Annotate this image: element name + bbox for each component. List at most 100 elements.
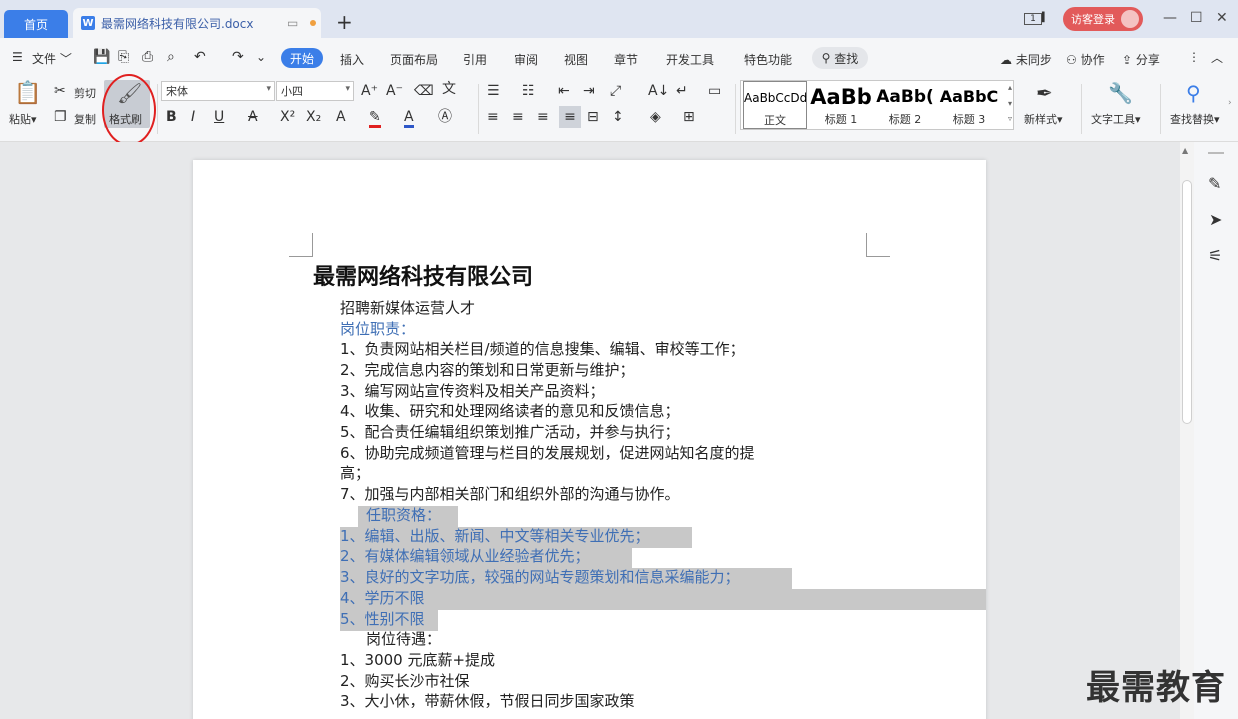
find-replace-button[interactable]: 查找替换▾: [1170, 111, 1220, 127]
tab-stop-icon[interactable]: ▭: [708, 83, 721, 99]
doc-line-selected[interactable]: 3、良好的文字功底，较强的网站专题策划和信息采编能力；: [340, 567, 740, 588]
collapse-ribbon-icon[interactable]: ︿: [1211, 49, 1223, 66]
doc-line[interactable]: 2、完成信息内容的策划和日常更新与维护；: [340, 360, 635, 381]
paste-button[interactable]: 粘贴▾: [9, 111, 37, 127]
doc-line[interactable]: 2、购买长沙市社保: [340, 671, 470, 692]
doc-line[interactable]: 1、3000 元底薪+提成: [340, 650, 495, 671]
doc-line[interactable]: 4、收集、研究和处理网络读者的意见和反馈信息；: [340, 401, 680, 422]
tab-page-layout[interactable]: 页面布局: [390, 51, 438, 68]
more-icon[interactable]: ⋮: [1188, 50, 1200, 64]
numbered-list-icon[interactable]: ☷: [522, 83, 535, 99]
tab-developer[interactable]: 开发工具: [666, 51, 714, 68]
align-right-icon[interactable]: ≡: [537, 109, 549, 125]
document-heading[interactable]: 最需网络科技有限公司: [313, 264, 533, 292]
file-menu[interactable]: 文件 ﹀: [32, 50, 72, 67]
doc-line[interactable]: 岗位待遇：: [366, 629, 441, 650]
style-heading-2[interactable]: AaBb( 标题 2: [873, 81, 937, 129]
align-left-icon[interactable]: ≡: [487, 109, 499, 125]
tab-start[interactable]: 开始: [281, 48, 323, 68]
paste-icon[interactable]: 📋: [14, 82, 41, 106]
new-tab-plus-icon[interactable]: +: [336, 12, 353, 32]
shrink-font-icon[interactable]: A⁻: [386, 83, 403, 99]
doc-line-selected[interactable]: 1、编辑、出版、新闻、中文等相关专业优先；: [340, 526, 650, 547]
tab-insert[interactable]: 插入: [340, 51, 364, 68]
doc-line[interactable]: 3、大小休，带薪休假，节假日同步国家政策: [340, 691, 635, 712]
monitor-icon[interactable]: ▭: [287, 16, 298, 30]
chinese-layout-icon[interactable]: ⤢: [610, 83, 621, 99]
border-icon[interactable]: ⊞: [683, 109, 695, 125]
italic-icon[interactable]: I: [191, 109, 195, 125]
doc-line-selected[interactable]: 4、学历不限: [340, 588, 425, 609]
tab-document[interactable]: W 最需网络科技有限公司.docx ▭: [73, 8, 321, 38]
font-size-select[interactable]: 小四 ▾: [276, 81, 354, 101]
doc-line-selected[interactable]: 5、性别不限: [340, 609, 425, 630]
style-scroll-down-icon[interactable]: ▾: [1008, 99, 1012, 108]
strikethrough-icon[interactable]: A: [248, 109, 258, 125]
doc-line[interactable]: 岗位职责：: [340, 319, 415, 340]
doc-line-selected[interactable]: 任职资格：: [366, 505, 441, 526]
guest-login-button[interactable]: 访客登录: [1063, 7, 1143, 31]
ribbon-scroll-right-icon[interactable]: ›: [1228, 98, 1232, 108]
style-scroll-up-icon[interactable]: ▴: [1008, 83, 1012, 92]
new-style-icon[interactable]: ✒: [1036, 82, 1053, 104]
doc-line[interactable]: 7、加强与内部相关部门和组织外部的沟通与协作。: [340, 484, 680, 505]
undo-icon[interactable]: ↶: [194, 49, 206, 65]
customize-chevron-icon[interactable]: ⌄: [256, 50, 266, 64]
redo-icon[interactable]: ↷: [232, 49, 244, 65]
cursor-select-icon[interactable]: ➤: [1209, 212, 1222, 228]
tab-view[interactable]: 视图: [564, 51, 588, 68]
close-icon[interactable]: ✕: [1216, 10, 1228, 26]
print-icon[interactable]: ⎙: [142, 49, 153, 65]
underline-icon[interactable]: U: [214, 109, 224, 125]
highlight-color-icon[interactable]: ✎: [369, 109, 381, 128]
find-replace-icon[interactable]: ⚲: [1186, 82, 1201, 104]
doc-line[interactable]: 1、负责网站相关栏目/频道的信息搜集、编辑、审校等工作；: [340, 339, 745, 360]
bold-icon[interactable]: B: [166, 109, 177, 125]
tab-review[interactable]: 审阅: [514, 51, 538, 68]
align-center-icon[interactable]: ≡: [512, 109, 524, 125]
text-tools-icon[interactable]: 🔧: [1108, 82, 1133, 104]
sliders-icon[interactable]: ⚟: [1208, 248, 1222, 264]
text-effect-icon[interactable]: A: [336, 109, 346, 125]
copy-icon[interactable]: ❐: [54, 109, 67, 125]
shading-icon[interactable]: ◈: [650, 109, 661, 125]
doc-line[interactable]: 高；: [340, 463, 370, 484]
tab-chapter[interactable]: 章节: [614, 51, 638, 68]
scissors-icon[interactable]: ✂: [54, 83, 66, 99]
pinyin-guide-icon[interactable]: 文: [442, 81, 456, 97]
print-preview-icon[interactable]: ⌕: [167, 49, 175, 65]
share-button[interactable]: ⇪ 分享: [1122, 51, 1160, 68]
copy-button[interactable]: 复制: [74, 111, 96, 127]
tab-home[interactable]: 首页: [4, 10, 68, 38]
collaborate-button[interactable]: ⚇ 协作: [1066, 51, 1105, 68]
save-icon[interactable]: 💾: [93, 49, 110, 65]
justify-icon[interactable]: ≡: [559, 106, 581, 128]
export-pdf-icon[interactable]: ⎘: [118, 49, 129, 65]
style-heading-1[interactable]: AaBb 标题 1: [809, 81, 873, 129]
minimize-icon[interactable]: —: [1163, 10, 1177, 26]
style-expand-icon[interactable]: ▿: [1008, 114, 1012, 123]
doc-line[interactable]: 招聘新媒体运营人才: [340, 298, 475, 319]
sync-status[interactable]: ☁ 未同步: [1000, 51, 1052, 68]
line-spacing-icon[interactable]: ↕: [612, 109, 624, 125]
scroll-up-icon[interactable]: ▲: [1182, 146, 1188, 155]
page-indicator[interactable]: 1 ▍: [1024, 0, 1049, 38]
maximize-icon[interactable]: ☐: [1190, 10, 1203, 26]
sort-icon[interactable]: A↓: [648, 83, 669, 99]
style-heading-3[interactable]: AaBbC 标题 3: [937, 81, 1001, 129]
new-style-button[interactable]: 新样式▾: [1024, 111, 1063, 127]
doc-line[interactable]: 6、协助完成频道管理与栏目的发展规划，促进网站知名度的提: [340, 443, 755, 464]
subscript-icon[interactable]: X₂: [306, 109, 321, 125]
tab-reference[interactable]: 引用: [463, 51, 487, 68]
grow-font-icon[interactable]: A⁺: [361, 83, 378, 99]
doc-line[interactable]: 3、编写网站宣传资料及相关产品资料；: [340, 381, 605, 402]
increase-indent-icon[interactable]: ⇥: [583, 83, 595, 99]
bullet-list-icon[interactable]: ☰: [487, 83, 500, 99]
text-tools-button[interactable]: 文字工具▾: [1091, 111, 1141, 127]
cut-button[interactable]: 剪切: [74, 85, 96, 101]
scroll-thumb[interactable]: [1182, 180, 1192, 424]
superscript-icon[interactable]: X²: [280, 109, 295, 125]
tab-special[interactable]: 特色功能: [744, 51, 792, 68]
font-color-icon[interactable]: A: [404, 109, 414, 128]
doc-line-selected[interactable]: 2、有媒体编辑领域从业经验者优先；: [340, 546, 590, 567]
